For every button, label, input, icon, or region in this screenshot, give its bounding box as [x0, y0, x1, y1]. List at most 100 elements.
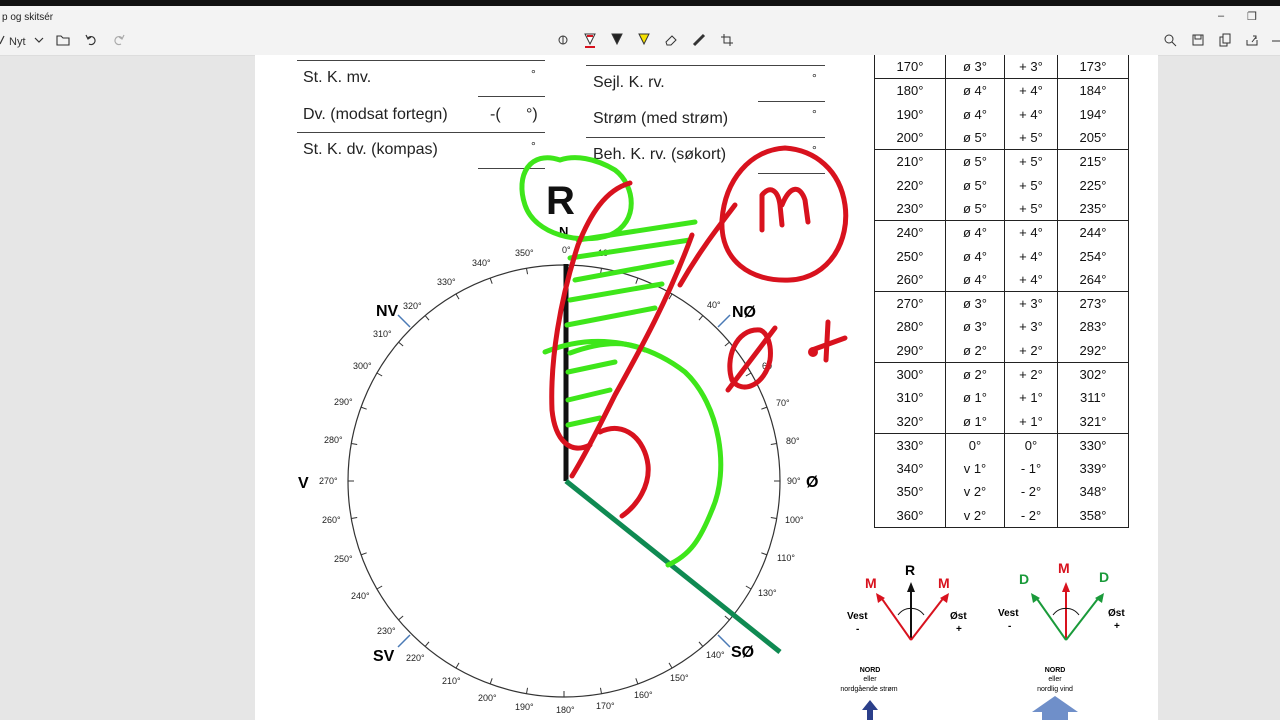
red-annotations: [549, 145, 849, 519]
diag1-eller: eller: [863, 676, 877, 683]
deg-130: 130°: [758, 588, 777, 598]
compass-tick: [351, 516, 358, 520]
diag1-nord: NORD: [860, 667, 881, 674]
compass-tick: [724, 615, 730, 621]
compass-tick: [698, 315, 704, 321]
compass-tick: [376, 585, 383, 590]
green-circle-r: [519, 155, 634, 242]
deg-80: 80°: [786, 436, 800, 446]
diag1-sub: nordgående strøm: [840, 685, 897, 693]
diag1-m1: M: [865, 575, 877, 591]
deg-0: 0°: [562, 245, 571, 255]
compass-tick: [455, 293, 460, 300]
course-line-so: [564, 479, 782, 654]
compass-tick: [635, 277, 639, 284]
diag1-minus: -: [856, 624, 859, 635]
compass-tick: [376, 372, 383, 377]
diag2-nord: NORD: [1045, 667, 1066, 674]
cardinal-so: SØ: [731, 644, 754, 661]
diag2-d2: D: [1099, 569, 1109, 585]
diag2-minus: -: [1008, 621, 1011, 632]
diagram-deviation: M D D Vest - Øst + NORD eller nordlig vi…: [998, 560, 1125, 720]
deg-180: 180°: [556, 705, 575, 715]
deg-110: 110°: [777, 553, 795, 563]
deg-160: 160°: [634, 690, 653, 700]
deg-90: 90°: [787, 476, 801, 486]
deg-320: 320°: [403, 301, 422, 311]
cardinal-v: V: [298, 475, 309, 492]
compass-tick: [424, 315, 430, 321]
cardinal-sv: SV: [373, 648, 395, 665]
compass-tick: [745, 585, 752, 590]
compass-tick: [761, 552, 768, 556]
compass-drawing: N NV NØ V Ø SV SØ 0° 10° 40° 60 70° 80° …: [298, 145, 1125, 720]
diag1-plus: +: [956, 624, 962, 635]
compass-tick: [635, 678, 639, 685]
red-circle-m: [719, 145, 849, 283]
compass-tick: [599, 687, 603, 694]
deg-350: 350°: [515, 248, 534, 258]
deg-260: 260°: [322, 515, 341, 525]
deg-100: 100°: [785, 515, 804, 525]
compass-tick: [398, 615, 404, 621]
diag1-ost: Øst: [950, 611, 967, 622]
compass-tick: [351, 442, 358, 446]
red-small-arc: [597, 425, 651, 519]
deg-300: 300°: [353, 361, 372, 371]
diag2-d1: D: [1019, 571, 1029, 587]
diag2-vest: Vest: [998, 608, 1019, 619]
compass-tick: [698, 641, 704, 647]
diag2-m: M: [1058, 560, 1070, 576]
red-m-letter: [759, 186, 811, 233]
compass-tick: [360, 552, 367, 556]
deg-210: 210°: [442, 676, 461, 686]
compass-tick: [489, 678, 493, 685]
deg-220: 220°: [406, 653, 425, 663]
diag1-r: R: [905, 562, 915, 578]
wind-arrow-icon: [1032, 696, 1078, 720]
annotation-r: R: [546, 179, 575, 223]
diag1-m2: M: [938, 575, 950, 591]
deg-290: 290°: [334, 397, 353, 407]
compass-tick: [398, 341, 404, 347]
deg-140: 140°: [706, 650, 725, 660]
compass-tick: [745, 372, 752, 377]
diag2-eller: eller: [1048, 676, 1062, 683]
compass-tick: [489, 277, 493, 284]
diag2-plus: +: [1114, 621, 1120, 632]
compass-tick: [770, 516, 777, 520]
deg-70: 70°: [776, 398, 790, 408]
deg-270: 270°: [319, 476, 338, 486]
diag1-vest: Vest: [847, 611, 868, 622]
cardinal-no: NØ: [732, 304, 756, 321]
deg-280: 280°: [324, 435, 343, 445]
current-arrow-icon: [862, 700, 878, 720]
compass-tick: [360, 406, 367, 410]
deg-150: 150°: [670, 673, 689, 683]
cardinal-nv: NV: [376, 303, 399, 320]
compass-tick: [525, 268, 529, 275]
compass-tick: [424, 641, 430, 647]
deg-230: 230°: [377, 626, 396, 636]
no-marker: [717, 314, 731, 328]
compass-tick: [770, 442, 777, 446]
nv-marker: [397, 314, 411, 328]
deg-340: 340°: [472, 258, 491, 268]
compass-tick: [761, 406, 768, 410]
deg-250: 250°: [334, 554, 353, 564]
deg-310: 310°: [373, 329, 392, 339]
deg-240: 240°: [351, 591, 370, 601]
compass-tick: [525, 687, 529, 694]
deg-190: 190°: [515, 702, 534, 712]
deg-200: 200°: [478, 693, 497, 703]
cardinal-o: Ø: [806, 474, 818, 491]
compass-tick: [455, 662, 460, 669]
deg-170: 170°: [596, 701, 615, 711]
diag2-ost: Øst: [1108, 608, 1125, 619]
compass-tick: [724, 341, 730, 347]
deg-40: 40°: [707, 300, 721, 310]
deg-330: 330°: [437, 277, 456, 287]
sv-marker: [397, 634, 411, 648]
compass-tick: [668, 662, 673, 669]
diagram-magnetic: R M M Vest - Øst + NORD eller nordgående…: [840, 562, 967, 720]
